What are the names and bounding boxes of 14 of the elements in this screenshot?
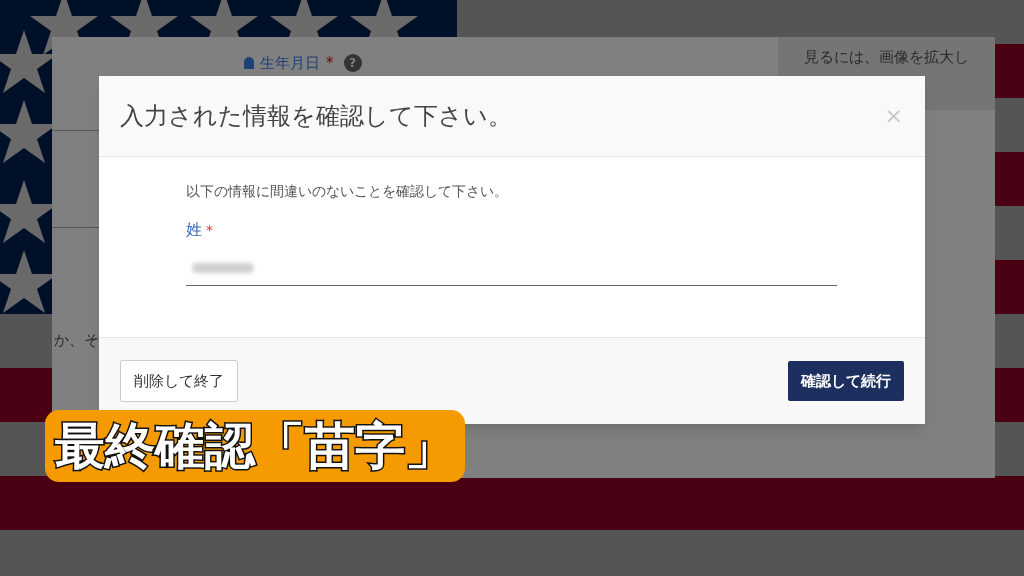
caption: 最終確認「苗字」 xyxy=(45,410,465,482)
confirm-button[interactable]: 確認して続行 xyxy=(788,361,904,401)
dialog-title: 入力された情報を確認して下さい。 xyxy=(120,101,512,132)
help-icon: ? xyxy=(343,54,362,73)
required-mark: * xyxy=(206,220,213,240)
person-icon xyxy=(244,57,254,70)
text-fragment: か、そ xyxy=(54,330,99,351)
birthdate-label: 生年月日 xyxy=(260,53,320,74)
field-label: 姓 xyxy=(186,219,202,241)
required-mark: * xyxy=(326,53,334,74)
delete-button[interactable]: 削除して終了 xyxy=(120,360,238,402)
side-note: 見るには、画像を拡大し xyxy=(804,47,970,68)
instruction-text: 以下の情報に間違いのないことを確認して下さい。 xyxy=(186,182,509,201)
blurred-value xyxy=(192,262,254,273)
